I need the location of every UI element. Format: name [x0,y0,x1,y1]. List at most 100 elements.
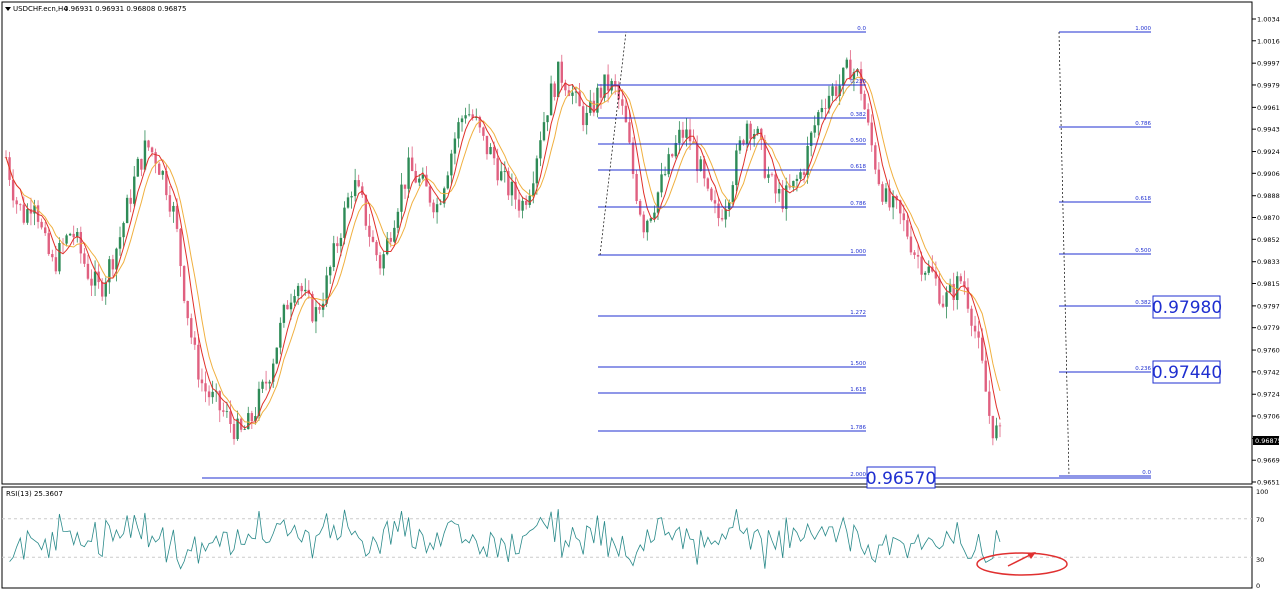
candle-body [510,181,514,196]
rsi-level-30: 30 [1256,556,1264,564]
candle-body [813,125,816,133]
candle-body [749,123,752,139]
candle-body [222,410,225,412]
candle-body [11,179,15,201]
candle-body [157,163,161,175]
candle-body [695,143,699,171]
candle-body [243,429,246,430]
rsi-level-0: 0 [1256,582,1260,590]
candle-body [93,271,97,286]
candle-body [656,192,660,213]
candle-body [817,112,820,126]
candle-body [86,263,90,279]
candle-body [218,391,221,411]
candle-body [172,205,175,212]
candle-body [318,307,321,310]
candle-body [193,337,197,345]
candle-body [129,197,132,204]
candle-body [770,174,774,176]
candle-body [710,188,713,201]
candle-body [450,153,453,176]
candle-body [204,383,207,392]
candle-body [571,92,574,96]
candle-body [353,180,357,197]
fib-right-level-label: 0.0 [1142,470,1151,476]
candle-body [688,129,692,142]
fib-level-label: 0.382 [850,112,866,118]
candle-body [304,289,307,292]
candle-body [357,180,360,187]
candle-body [261,381,264,389]
candle-body [535,158,539,184]
candle-body [991,415,995,439]
candle-body [713,200,717,204]
candle-body [100,282,104,297]
candle-body [667,154,670,175]
price-tick-label: 1.00160 [1257,37,1280,45]
candle-body [350,196,353,198]
candle-body [706,178,710,189]
candle-body [54,257,58,272]
price-tick-label: 0.99245 [1257,148,1280,156]
candle-body [624,105,628,123]
candle-body [549,83,553,116]
candle-body [916,254,920,257]
candle-body [197,344,200,380]
candle-body [984,360,987,392]
ohlc-values: 0.96931 0.96931 0.96808 0.96875 [64,5,186,13]
candle-body [282,304,286,323]
candle-body [717,203,720,219]
candle-body [104,282,107,297]
price-tick-label: 0.97790 [1257,324,1280,332]
price-tick-label: 0.98155 [1257,280,1280,288]
fib-level-label: 1.618 [850,387,866,393]
candle-body [79,231,83,254]
price-tick-label: 0.97425 [1257,368,1280,376]
candle-body [671,154,674,157]
fib-level-label: 0.786 [850,201,866,207]
fib-right-level-label: 0.382 [1135,300,1151,306]
candle-body [343,207,346,238]
price-label-3: 0.96570 [866,469,936,489]
candle-body [190,318,193,338]
candle-body [820,108,824,113]
candle-body [731,185,734,202]
candle-body [457,122,460,139]
candle-body [179,228,182,267]
candle-body [140,158,143,170]
candle-body [421,174,425,179]
candle-body [842,67,845,86]
chart-window: USDCHF.ecn,H4 0.96931 0.96931 0.96808 0.… [0,0,1280,591]
candle-body [560,61,563,83]
price-tick-label: 0.96515 [1257,479,1280,487]
candle-body [628,122,631,143]
candle-body [275,347,278,364]
candle-body [400,184,403,212]
fib-level-label: 2.000 [850,472,866,478]
candle-body [428,186,432,203]
candle-body [585,112,588,126]
candle-body [742,140,745,144]
candle-body [845,59,849,68]
candle-body [122,223,125,238]
candle-body [970,308,973,326]
candle-body [824,108,827,109]
candle-body [336,243,339,247]
candle-body [40,221,43,228]
candle-body [674,143,677,157]
candle-body [467,114,471,116]
candle-body [877,169,881,185]
candle-body [977,331,980,338]
candle-body [264,381,268,384]
candle-body [781,188,784,210]
candle-body [58,243,61,272]
candle-body [503,171,506,172]
price-tick-label: 0.97970 [1257,302,1280,310]
candle-body [418,178,421,183]
candle-body [168,195,172,212]
candle-body [642,214,645,233]
candle-body [329,267,332,276]
chart-canvas[interactable]: USDCHF.ecn,H4 0.96931 0.96931 0.96808 0.… [0,0,1280,591]
candle-body [485,135,489,155]
candle-body [959,276,963,282]
